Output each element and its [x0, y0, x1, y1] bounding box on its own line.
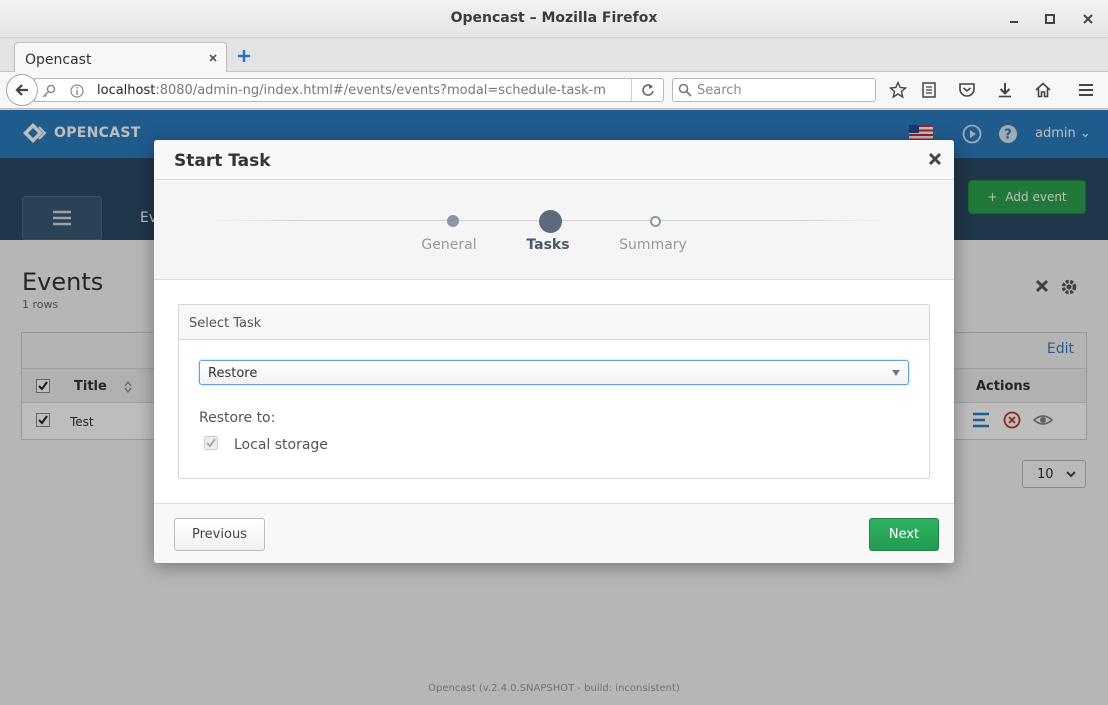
close-window-icon[interactable] — [1078, 9, 1098, 29]
url-text[interactable]: localhost:8080/admin-ng/index.html#/even… — [97, 83, 606, 98]
tab-bar: Opencast — [0, 38, 1108, 73]
wizard-progress: General Tasks Summary — [154, 180, 954, 280]
step-summary-dot[interactable] — [650, 216, 661, 227]
reload-icon[interactable] — [631, 79, 663, 101]
search-icon — [678, 83, 692, 97]
home-icon[interactable] — [1033, 80, 1053, 100]
modal-header: Start Task — [154, 140, 954, 180]
back-arrow-icon — [15, 84, 28, 96]
modal-footer: Previous Next — [154, 503, 954, 563]
start-task-modal: Start Task General Tasks Summary Select … — [154, 140, 954, 563]
back-button[interactable] — [6, 74, 38, 106]
dropdown-arrow-icon — [892, 370, 900, 376]
next-button[interactable]: Next — [869, 518, 939, 551]
window-titlebar: Opencast – Mozilla Firefox — [0, 0, 1108, 38]
window-title: Opencast – Mozilla Firefox — [450, 10, 658, 26]
pocket-icon[interactable] — [957, 80, 977, 100]
step-general-dot[interactable] — [447, 215, 459, 227]
url-bar[interactable]: localhost:8080/admin-ng/index.html#/even… — [34, 78, 664, 102]
tab-close-icon[interactable] — [206, 51, 220, 65]
key-icon[interactable] — [41, 83, 57, 99]
reading-list-icon[interactable] — [919, 80, 939, 100]
search-placeholder: Search — [697, 83, 742, 98]
maximize-icon[interactable] — [1040, 9, 1060, 29]
modal-close-icon[interactable] — [928, 152, 942, 166]
minimize-icon[interactable] — [1004, 9, 1024, 29]
previous-button[interactable]: Previous — [174, 518, 265, 551]
local-storage-label: Local storage — [234, 437, 328, 453]
local-storage-checkbox[interactable] — [204, 436, 218, 450]
navigation-bar: localhost:8080/admin-ng/index.html#/even… — [0, 72, 1108, 109]
step-summary-label[interactable]: Summary — [603, 237, 703, 253]
task-select[interactable]: Restore — [199, 360, 909, 385]
url-host: localhost — [97, 83, 156, 98]
tab-title: Opencast — [25, 52, 92, 68]
url-path: :8080/admin-ng/index.html#/events/events… — [155, 83, 606, 98]
panel-title: Select Task — [189, 316, 262, 331]
browser-tab[interactable]: Opencast — [14, 42, 227, 73]
select-task-panel: Select Task Restore Restore to: Local st… — [178, 304, 930, 479]
restore-to-label: Restore to: — [199, 410, 276, 426]
modal-title: Start Task — [174, 151, 271, 171]
bookmark-star-icon[interactable] — [888, 80, 908, 100]
step-tasks-label[interactable]: Tasks — [498, 237, 598, 253]
hamburger-menu-icon[interactable] — [1076, 80, 1096, 100]
task-select-value: Restore — [208, 366, 258, 381]
download-icon[interactable] — [995, 80, 1015, 100]
info-icon[interactable] — [69, 83, 85, 99]
new-tab-icon[interactable] — [236, 48, 252, 64]
step-general-label[interactable]: General — [399, 237, 499, 253]
panel-header: Select Task — [179, 305, 929, 340]
modal-body: Select Task Restore Restore to: Local st… — [154, 280, 954, 503]
search-input[interactable]: Search — [672, 78, 876, 102]
step-tasks-dot[interactable] — [539, 210, 562, 233]
